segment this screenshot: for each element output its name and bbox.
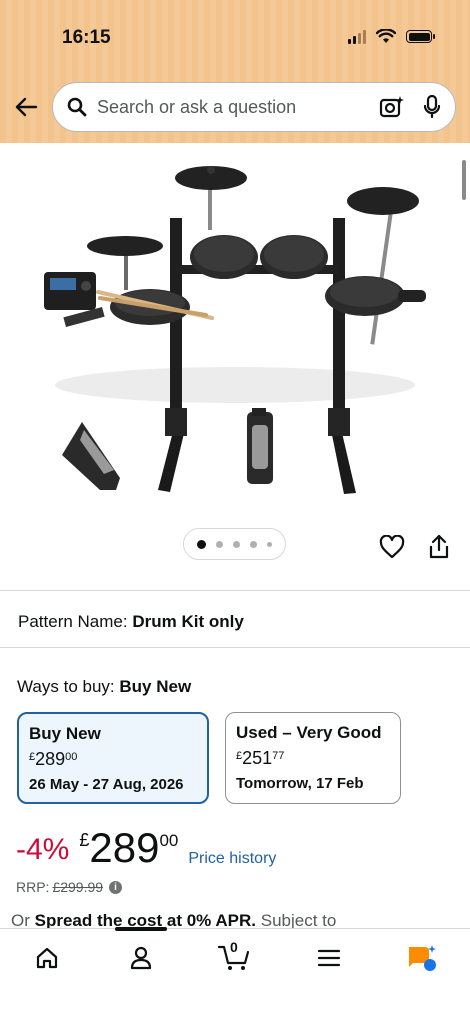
carousel-dot[interactable]	[197, 539, 206, 549]
wifi-icon	[376, 29, 396, 43]
buy-new-option[interactable]: Buy New £28900 26 May - 27 Aug, 2026	[17, 712, 209, 804]
search-bar[interactable]	[52, 82, 456, 132]
option-price: £28900	[29, 749, 78, 769]
back-arrow-icon[interactable]	[12, 93, 40, 121]
home-icon[interactable]	[27, 942, 67, 974]
option-title: Used – Very Good	[236, 723, 382, 742]
divider	[0, 590, 470, 591]
info-icon[interactable]: i	[109, 880, 123, 894]
bottom-nav: 0	[0, 927, 470, 1024]
pattern-name[interactable]: Pattern Name: Drum Kit only	[18, 612, 244, 632]
ways-value: Buy New	[119, 677, 192, 696]
ways-to-buy: Ways to buy: Buy New	[17, 677, 191, 697]
rufus-ai-icon[interactable]	[402, 942, 442, 974]
cart-icon[interactable]: 0	[214, 939, 254, 974]
rrp: RRP: £299.99 i	[16, 879, 123, 895]
carousel-dot[interactable]	[233, 540, 240, 548]
used-option[interactable]: Used – Very Good £25177 Tomorrow, 17 Feb	[225, 712, 401, 804]
battery-icon	[406, 30, 435, 43]
option-price: £25177	[236, 748, 285, 768]
image-carousel-dots[interactable]	[183, 528, 286, 560]
option-title: Buy New	[29, 724, 101, 743]
price-block: -4% £ 289 00 Price history	[16, 825, 276, 871]
carousel-dot[interactable]	[250, 540, 257, 548]
menu-icon[interactable]	[309, 942, 349, 974]
price-fraction: 00	[159, 831, 179, 850]
discount-percent: -4%	[16, 833, 70, 866]
cart-count: 0	[230, 939, 238, 955]
rrp-value: £299.99	[52, 879, 104, 895]
heart-icon[interactable]	[379, 534, 405, 564]
signal-icon	[348, 29, 366, 44]
scroll-indicator	[462, 160, 466, 200]
status-icons	[348, 29, 435, 44]
price-whole: 289	[89, 824, 160, 871]
product-image[interactable]	[0, 143, 470, 563]
ways-label: Ways to buy:	[17, 677, 115, 696]
price-history-link[interactable]: Price history	[188, 850, 276, 868]
option-delivery: 26 May - 27 Aug, 2026	[29, 776, 184, 793]
camera-sparkle-icon[interactable]	[379, 95, 405, 119]
header: 16:15	[0, 0, 470, 143]
active-tab-indicator	[115, 927, 167, 931]
status-time: 16:15	[62, 27, 111, 48]
search-icon	[67, 97, 87, 117]
account-icon[interactable]	[121, 942, 161, 974]
price-currency: £	[79, 830, 90, 850]
pattern-label: Pattern Name:	[18, 612, 128, 631]
drum-kit-image	[44, 166, 426, 494]
carousel-dot[interactable]	[267, 541, 272, 547]
microphone-icon[interactable]	[423, 95, 441, 119]
pattern-value: Drum Kit only	[132, 612, 244, 631]
carousel-dot[interactable]	[216, 540, 223, 548]
search-input[interactable]	[97, 96, 379, 118]
rrp-label: RRP:	[16, 879, 50, 895]
option-delivery: Tomorrow, 17 Feb	[236, 775, 364, 792]
divider	[0, 647, 470, 648]
share-icon[interactable]	[428, 534, 450, 565]
